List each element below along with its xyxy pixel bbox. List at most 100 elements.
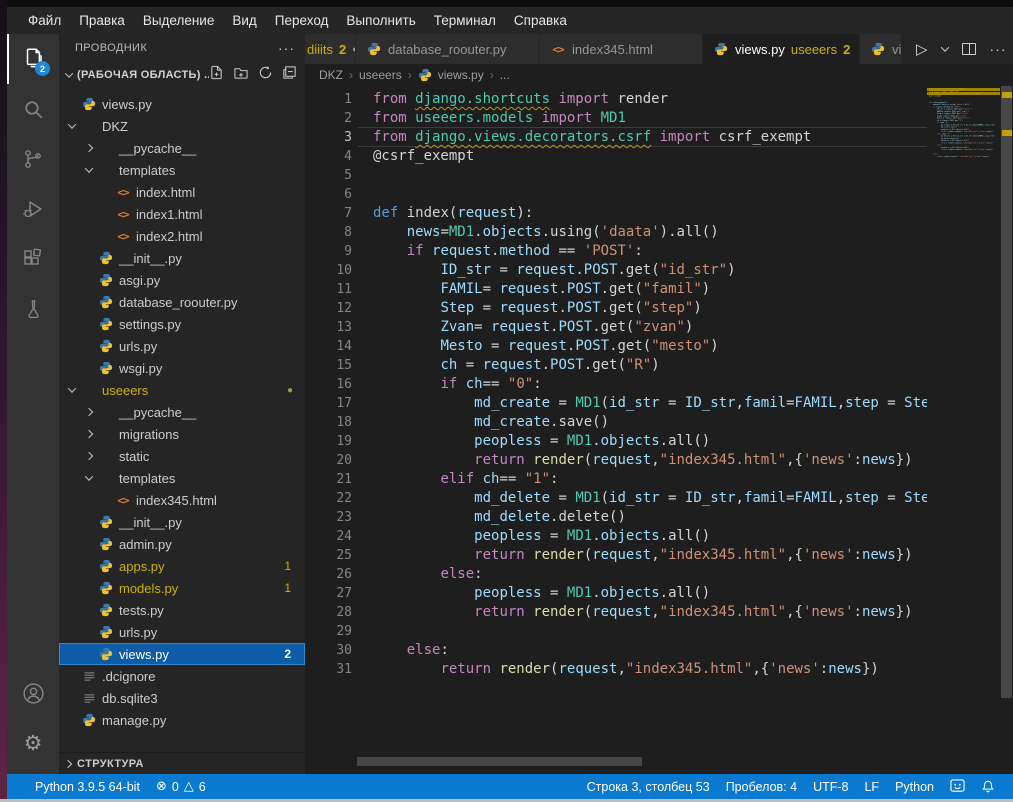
line-number: 21 <box>305 470 352 489</box>
new-folder-icon[interactable] <box>233 65 249 85</box>
outline-section-header[interactable]: СТРУКТУРА <box>59 752 305 774</box>
run-python-file-icon[interactable]: ▷ <box>916 40 928 58</box>
settings-icon[interactable]: ⚙ <box>7 718 59 768</box>
tree-file-db.sqlite3[interactable]: db.sqlite3 <box>59 687 305 709</box>
cursor-position-item[interactable]: Строка 3, столбец 53 <box>579 780 718 794</box>
tree-file-asgi.py[interactable]: asgi.py <box>59 269 305 291</box>
menu-item-Справка[interactable]: Справка <box>505 9 576 32</box>
encoding-item[interactable]: UTF-8 <box>805 780 856 794</box>
indentation-item[interactable]: Пробелов: 4 <box>718 780 805 794</box>
breadcrumb-item-useeers[interactable]: useeers <box>359 68 402 82</box>
vertical-scrollbar-thumb[interactable] <box>1001 86 1012 698</box>
run-debug-icon[interactable] <box>7 184 59 234</box>
source-control-icon[interactable] <box>7 134 59 184</box>
tree-file-index.html[interactable]: <>index.html <box>59 181 305 203</box>
tree-file-.dcignore[interactable]: .dcignore <box>59 665 305 687</box>
tree-item-label: __init__.py <box>119 515 182 530</box>
tree-item-label: index1.html <box>136 207 202 222</box>
tree-file-urls.py[interactable]: urls.py <box>59 621 305 643</box>
tree-file-index345.html[interactable]: <>index345.html <box>59 489 305 511</box>
breadcrumb-item-DKZ[interactable]: DKZ <box>319 68 343 82</box>
tree-file-settings.py[interactable]: settings.py <box>59 313 305 335</box>
tree-file-tests.py[interactable]: tests.py <box>59 599 305 621</box>
tab-index345.html[interactable]: <>index345.html <box>540 34 703 64</box>
python-interpreter-item[interactable]: Python 3.9.5 64-bit <box>27 780 148 794</box>
code-text: return render(request,"index345.html",{'… <box>373 546 913 565</box>
tree-folder-migrations[interactable]: migrations <box>59 423 305 445</box>
menu-item-Выделение[interactable]: Выделение <box>134 9 224 32</box>
split-editor-icon[interactable] <box>962 43 976 55</box>
tree-folder-templates[interactable]: templates <box>59 467 305 489</box>
language-mode-item[interactable]: Python <box>887 780 942 794</box>
tab-vie[interactable]: vie <box>860 34 902 64</box>
overview-warning-mark <box>1002 130 1012 136</box>
extensions-icon[interactable] <box>7 234 59 284</box>
tree-folder-DKZ[interactable]: DKZ <box>59 115 305 137</box>
tree-folder-static[interactable]: static <box>59 445 305 467</box>
tree-file-database_roouter.py[interactable]: database_roouter.py <box>59 291 305 313</box>
menu-item-Выполнить[interactable]: Выполнить <box>337 9 424 32</box>
tree-file-apps.py[interactable]: apps.py1 <box>59 555 305 577</box>
workspace-actions <box>209 65 297 85</box>
explorer-icon[interactable]: 2 <box>7 34 59 84</box>
tree-file-views.py[interactable]: views.py2 <box>59 643 305 665</box>
code-editor[interactable]: 1from django.shortcuts import render2fro… <box>305 86 1013 774</box>
search-icon[interactable] <box>7 84 59 134</box>
tree-item-label: .dcignore <box>102 669 155 684</box>
tree-folder-templates[interactable]: templates <box>59 159 305 181</box>
horizontal-scrollbar-thumb[interactable] <box>357 757 642 766</box>
more-actions-icon[interactable]: ··· <box>990 41 1007 57</box>
code-text: return render(request,"index345.html",{'… <box>929 155 989 157</box>
tree-file-wsgi.py[interactable]: wsgi.py <box>59 357 305 379</box>
code-pane: 1from django.shortcuts import render2fro… <box>305 90 927 774</box>
tree-file-index1.html[interactable]: <>index1.html <box>59 203 305 225</box>
code-text: news=MD1.objects.using('daata').all() <box>373 223 719 242</box>
activity-badge: 2 <box>35 61 50 76</box>
account-icon[interactable] <box>7 668 59 718</box>
tree-file-manage.py[interactable]: manage.py <box>59 709 305 731</box>
refresh-icon[interactable] <box>258 65 273 85</box>
breadcrumb-item-views.py[interactable]: views.py <box>438 68 484 82</box>
menu-item-Файл[interactable]: Файл <box>19 9 70 32</box>
problem-badge: 1 <box>284 559 291 573</box>
workspace-section-header[interactable]: (РАБОЧАЯ ОБЛАСТЬ) ... <box>59 62 305 88</box>
problems-item[interactable]: ⊗ 0 △ 6 <box>148 779 214 794</box>
problem-badge: 1 <box>284 581 291 595</box>
notifications-bell-icon[interactable] <box>973 779 1003 794</box>
vertical-scrollbar[interactable] <box>1000 86 1013 774</box>
tab-views.py[interactable]: views.pyuseeers2× <box>703 34 860 64</box>
menu-item-Правка[interactable]: Правка <box>70 9 134 32</box>
menu-item-Переход[interactable]: Переход <box>266 9 338 32</box>
tree-folder-useeers[interactable]: useeers● <box>59 379 305 401</box>
tree-file-__init__.py[interactable]: __init__.py <box>59 247 305 269</box>
tab-description: useeers <box>791 42 837 57</box>
run-dropdown-chevron-icon[interactable] <box>940 43 948 51</box>
line-number: 10 <box>305 261 352 280</box>
tree-item-label: index.html <box>136 185 195 200</box>
file-tree: views.pyDKZ__pycache__templates<>index.h… <box>59 88 305 731</box>
breadcrumb[interactable]: DKZ›useeers›views.py›... <box>305 64 1013 86</box>
tree-file-models.py[interactable]: models.py1 <box>59 577 305 599</box>
more-actions-icon[interactable]: ··· <box>278 40 295 56</box>
new-file-icon[interactable] <box>209 65 224 85</box>
breadcrumb-item-...[interactable]: ... <box>500 68 510 82</box>
tab-diiits[interactable]: diiits2● <box>305 34 356 64</box>
tree-file-admin.py[interactable]: admin.py <box>59 533 305 555</box>
menu-item-Терминал[interactable]: Терминал <box>425 9 505 32</box>
feedback-smiley-icon[interactable] <box>942 779 973 794</box>
tree-file-index2.html[interactable]: <>index2.html <box>59 225 305 247</box>
tree-file-__init__.py[interactable]: __init__.py <box>59 511 305 533</box>
python-icon <box>870 41 886 57</box>
testing-icon[interactable] <box>7 284 59 334</box>
tree-file-views.py[interactable]: views.py <box>59 93 305 115</box>
tree-folder-__pycache__[interactable]: __pycache__ <box>59 137 305 159</box>
menu-item-Вид[interactable]: Вид <box>223 9 265 32</box>
eol-item[interactable]: LF <box>856 780 887 794</box>
minimap[interactable]: from django.shortcuts import renderfrom … <box>927 86 1000 774</box>
collapse-all-icon[interactable] <box>282 65 297 85</box>
tab-database_roouter.py[interactable]: database_roouter.py <box>356 34 540 64</box>
line-number: 28 <box>305 603 352 622</box>
tree-folder-__pycache__[interactable]: __pycache__ <box>59 401 305 423</box>
tree-file-urls.py[interactable]: urls.py <box>59 335 305 357</box>
code-line-6: 6 <box>305 185 927 204</box>
